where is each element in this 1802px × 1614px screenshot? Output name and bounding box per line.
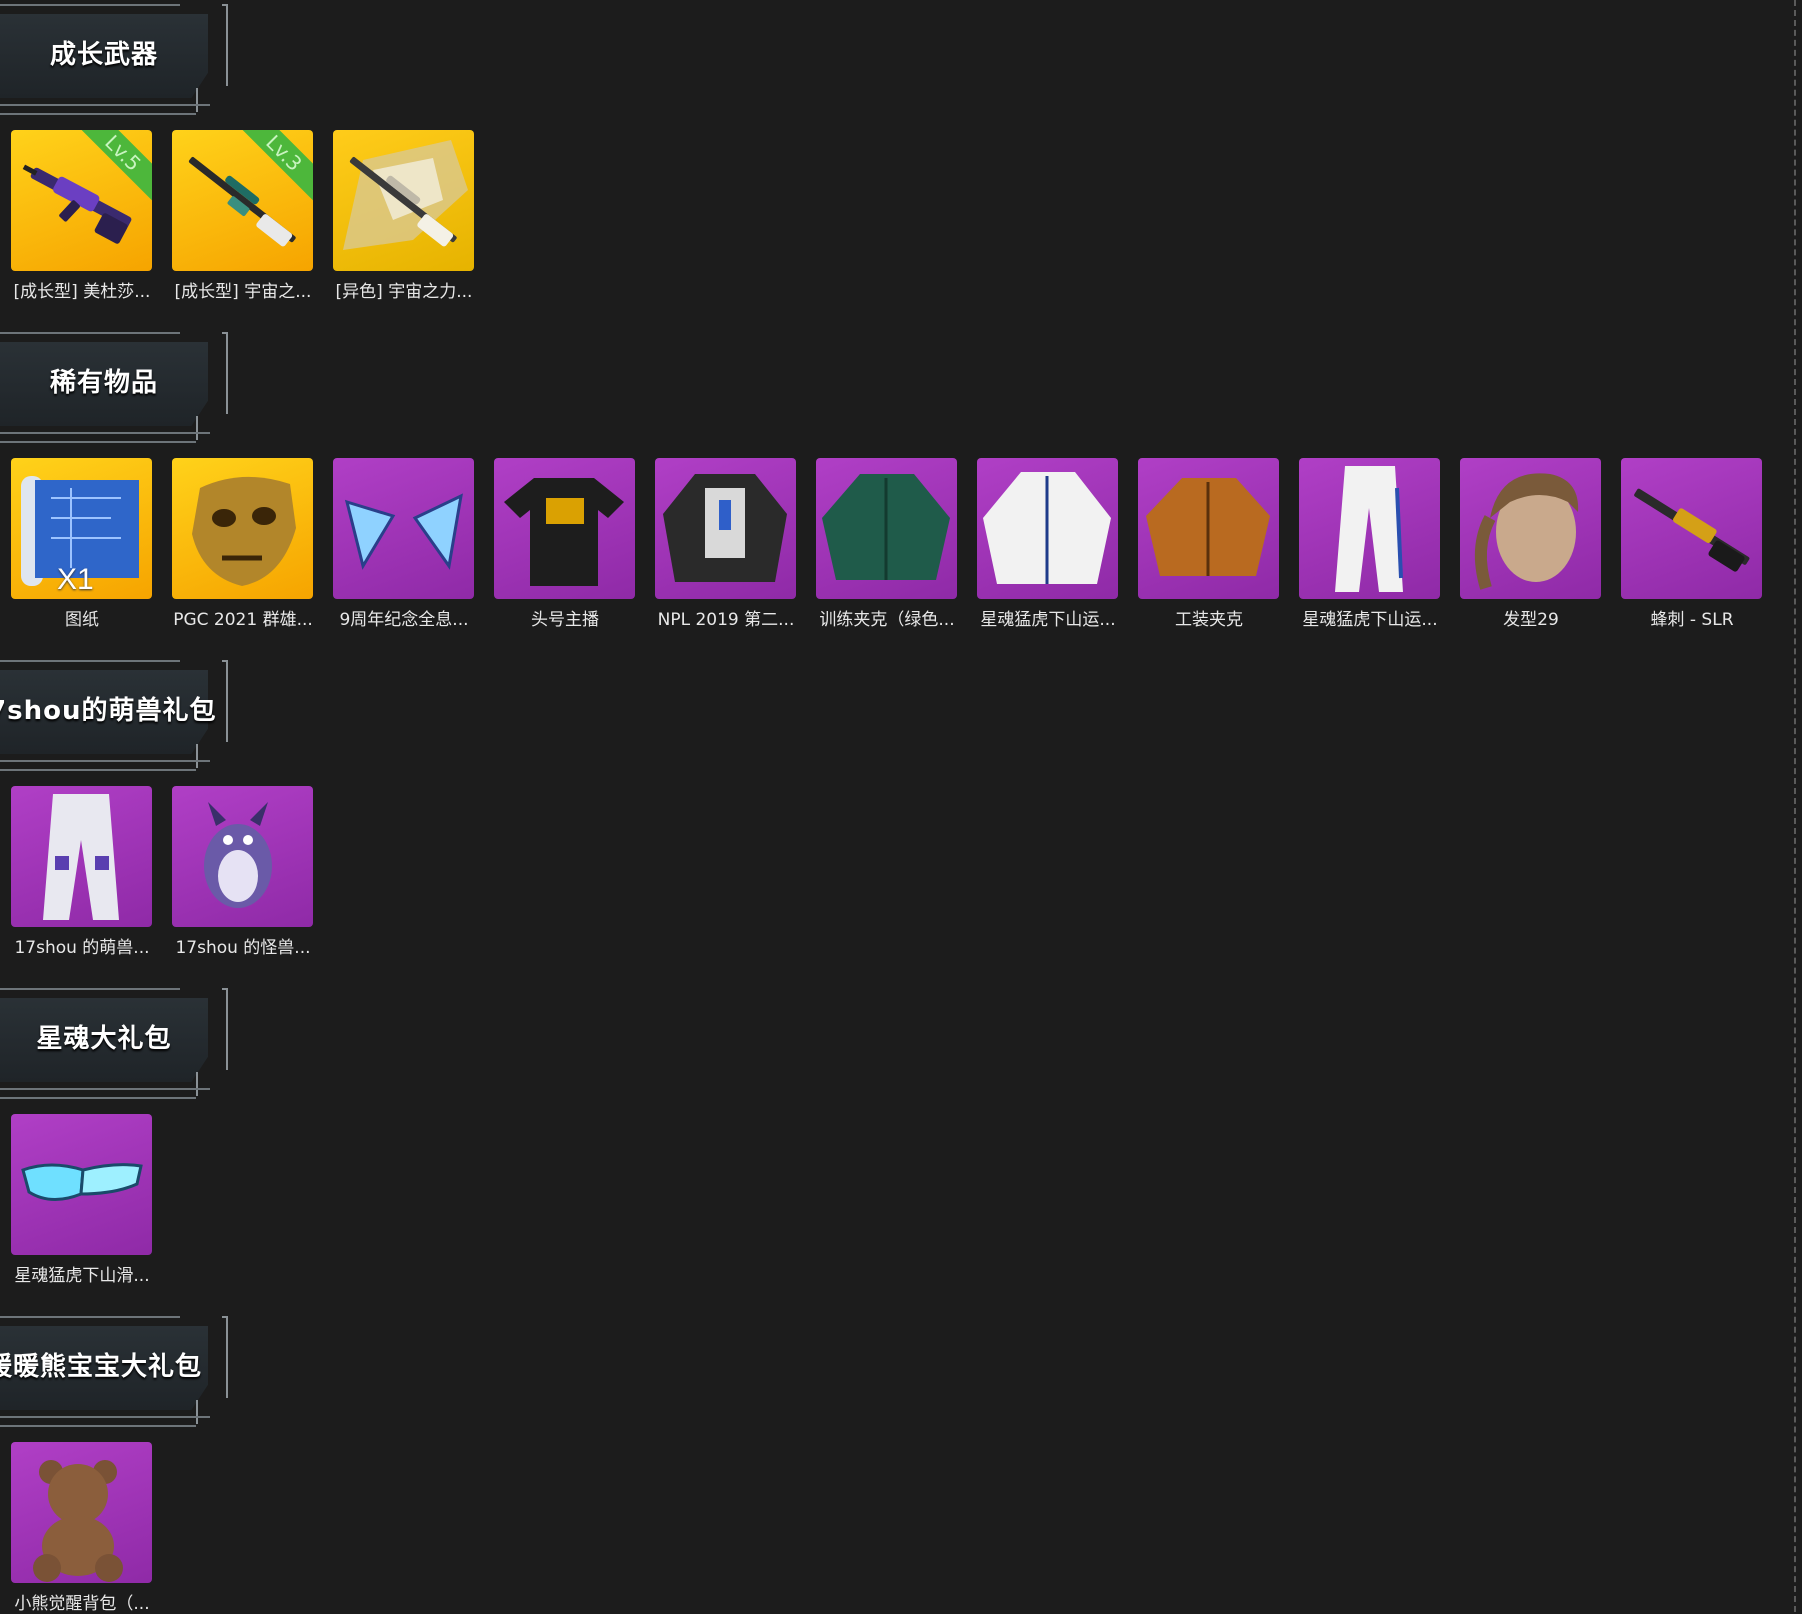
item-row: X1 图纸 PGC 2021 群雄... 9周年纪念全息... 头号主播 NPL… (0, 458, 1802, 630)
section-star-soul-pack: 星魂大礼包 星魂猛虎下山滑... (0, 984, 1802, 1286)
item-tile[interactable] (11, 1114, 152, 1255)
item-tile[interactable]: X1 (11, 458, 152, 599)
item-label: 头号主播 (531, 610, 599, 630)
item-card[interactable]: 星魂猛虎下山运... (1299, 458, 1440, 630)
section-title: 成长武器 (49, 40, 158, 70)
item-card[interactable]: 小熊觉醒背包（... (11, 1442, 152, 1614)
section-17shou-pack: 7shou的萌兽礼包 17shou 的萌兽... 17shou 的怪兽... (0, 656, 1802, 958)
item-label: 小熊觉醒背包（... (14, 1594, 150, 1614)
monster-backpack-icon (204, 802, 272, 908)
item-tile[interactable] (1621, 458, 1762, 599)
quantity-label: X1 (57, 563, 94, 596)
section-rare-items: 稀有物品 X1 图纸 PGC 2021 群雄... 9周年纪念全息... 头号主… (0, 328, 1802, 630)
section-header: 稀有物品 (0, 328, 240, 448)
tshirt-icon (504, 478, 624, 586)
item-card[interactable]: NPL 2019 第二... (655, 458, 796, 630)
item-label: 图纸 (65, 610, 99, 630)
item-card[interactable]: 工装夹克 (1138, 458, 1279, 630)
item-tile[interactable] (816, 458, 957, 599)
item-label: 训练夹克（绿色... (819, 610, 955, 630)
section-header: 成长武器 (0, 0, 240, 120)
item-tile[interactable] (977, 458, 1118, 599)
item-label: 17shou 的怪兽... (175, 938, 311, 958)
item-label: [成长型] 宇宙之... (174, 282, 312, 302)
pants-icon (43, 794, 119, 920)
item-card[interactable]: X1 图纸 (11, 458, 152, 630)
item-tile[interactable] (655, 458, 796, 599)
item-label: 发型29 (1503, 610, 1559, 630)
item-tile[interactable] (1460, 458, 1601, 599)
item-card[interactable]: 星魂猛虎下山运... (977, 458, 1118, 630)
item-label: 9周年纪念全息... (339, 610, 469, 630)
section-title: 暖暖熊宝宝大礼包 (0, 1352, 203, 1382)
section-title: 7shou的萌兽礼包 (0, 696, 217, 726)
slr-rifle-icon (1634, 488, 1750, 572)
item-card[interactable]: 9周年纪念全息... (333, 458, 474, 630)
item-tile[interactable] (11, 1442, 152, 1583)
item-label: 星魂猛虎下山运... (1302, 610, 1438, 630)
item-row: 小熊觉醒背包（... (0, 1442, 1802, 1614)
hairstyle-icon (1474, 473, 1579, 590)
item-tile[interactable]: Lv.3 (172, 130, 313, 271)
white-pants-icon (1335, 466, 1403, 592)
item-label: 蜂刺 - SLR (1650, 610, 1734, 630)
item-tile[interactable] (333, 130, 474, 271)
section-header: 星魂大礼包 (0, 984, 240, 1104)
item-card[interactable]: 17shou 的萌兽... (11, 786, 152, 958)
item-label: NPL 2019 第二... (657, 610, 795, 630)
work-jacket-icon (1146, 478, 1270, 576)
item-tile[interactable] (1138, 458, 1279, 599)
item-tile[interactable] (11, 786, 152, 927)
item-card[interactable]: 蜂刺 - SLR (1621, 458, 1762, 630)
item-label: 工装夹克 (1175, 610, 1243, 630)
item-label: 星魂猛虎下山运... (980, 610, 1116, 630)
cat-ears-icon (344, 493, 463, 570)
item-tile[interactable]: Lv.5 (11, 130, 152, 271)
item-tile[interactable] (333, 458, 474, 599)
item-card[interactable]: Lv.3 [成长型] 宇宙之... (172, 130, 313, 302)
item-label: [成长型] 美杜莎... (13, 282, 151, 302)
item-card[interactable]: 训练夹克（绿色... (816, 458, 957, 630)
item-card[interactable]: 头号主播 (494, 458, 635, 630)
section-header: 7shou的萌兽礼包 (0, 656, 240, 776)
section-title: 稀有物品 (49, 368, 158, 398)
white-jacket-icon (983, 472, 1111, 584)
teddy-bear-icon (33, 1460, 123, 1582)
section-bear-pack: 暖暖熊宝宝大礼包 小熊觉醒背包（... (0, 1312, 1802, 1614)
gold-mask-icon (192, 476, 296, 586)
section-title: 星魂大礼包 (36, 1024, 172, 1054)
item-label: 星魂猛虎下山滑... (14, 1266, 150, 1286)
item-tile[interactable] (494, 458, 635, 599)
sniper-rifle-icon (343, 140, 468, 250)
item-card[interactable]: 星魂猛虎下山滑... (11, 1114, 152, 1286)
item-card[interactable]: 17shou 的怪兽... (172, 786, 313, 958)
jacket-icon (663, 474, 787, 582)
section-growth-weapons: 成长武器 Lv.5 [成长型] 美杜莎... Lv.3 [成长型] 宇宙之...… (0, 0, 1802, 302)
item-row: 星魂猛虎下山滑... (0, 1114, 1802, 1286)
item-tile[interactable] (172, 458, 313, 599)
goggles-icon (21, 1163, 143, 1201)
item-label: [异色] 宇宙之力... (335, 282, 473, 302)
item-card[interactable]: PGC 2021 群雄... (172, 458, 313, 630)
item-row: Lv.5 [成长型] 美杜莎... Lv.3 [成长型] 宇宙之... [异色]… (0, 130, 1802, 302)
item-card[interactable]: [异色] 宇宙之力... (333, 130, 474, 302)
section-header: 暖暖熊宝宝大礼包 (0, 1312, 240, 1432)
item-label: PGC 2021 群雄... (173, 610, 313, 630)
item-tile[interactable] (172, 786, 313, 927)
item-row: 17shou 的萌兽... 17shou 的怪兽... (0, 786, 1802, 958)
item-card[interactable]: 发型29 (1460, 458, 1601, 630)
item-label: 17shou 的萌兽... (14, 938, 150, 958)
item-card[interactable]: Lv.5 [成长型] 美杜莎... (11, 130, 152, 302)
item-tile[interactable] (1299, 458, 1440, 599)
green-jacket-icon (822, 474, 950, 580)
